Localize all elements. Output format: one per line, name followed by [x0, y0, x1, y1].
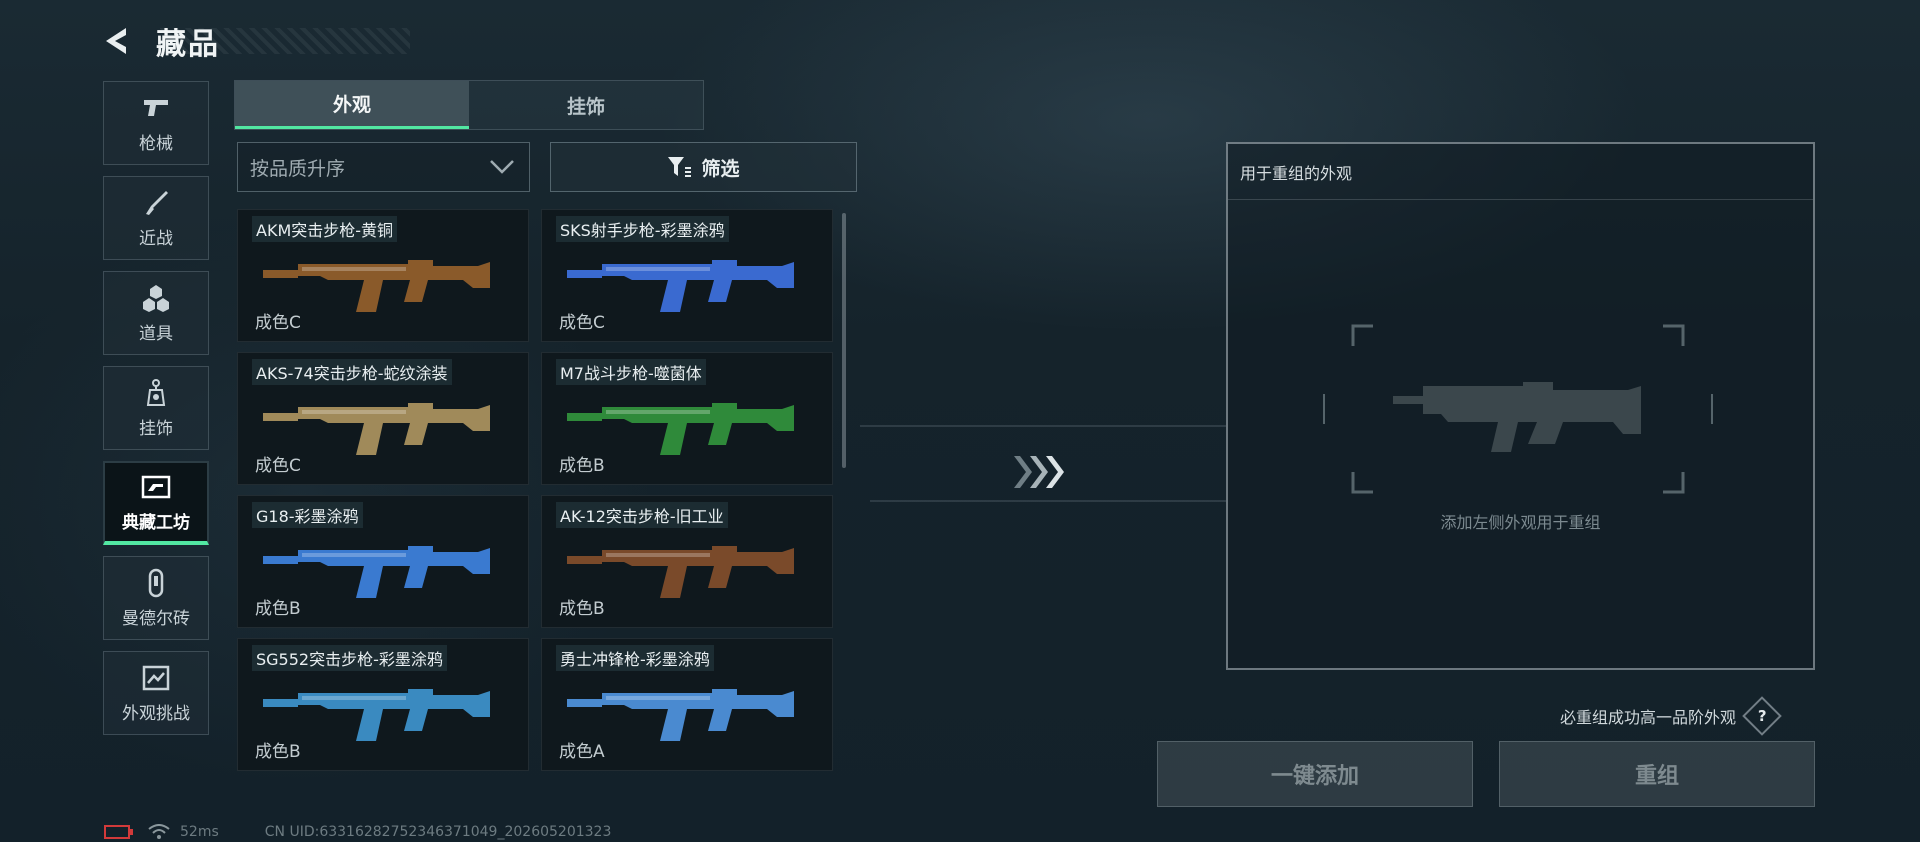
sidebar-item-melee[interactable]: 近战: [103, 176, 209, 260]
sidebar-item-guns[interactable]: 枪械: [103, 81, 209, 165]
pistol-icon: [144, 99, 168, 116]
skin-card[interactable]: G18-彩墨涂鸦成色B: [237, 495, 529, 628]
guarantee-note: 必重组成功高一品阶外观 ?: [1560, 696, 1782, 736]
sidebar-item-items[interactable]: 道具: [103, 271, 209, 355]
grenades-icon: [143, 284, 169, 312]
skin-grade: 成色A: [559, 742, 605, 762]
sidebar-item-label: 近战: [139, 228, 173, 249]
category-sidebar: 枪械 近战 道具 挂饰 典藏工坊 曼德尔砖 外观挑战: [103, 81, 211, 746]
help-glyph: ?: [1757, 706, 1767, 725]
skin-name: AK-12突击步枪-旧工业: [556, 502, 728, 528]
skin-grade: 成色C: [559, 313, 605, 333]
status-bar: 52ms CN UID:63316282752346371049_2026052…: [104, 823, 611, 841]
empty-rifle-slot-icon[interactable]: [1323, 324, 1713, 494]
skin-name: SG552突击步枪-彩墨涂鸦: [252, 645, 447, 671]
skin-grade: 成色B: [255, 599, 301, 619]
skin-name: AKS-74突击步枪-蛇纹涂装: [252, 359, 452, 385]
chevron-down-icon: [490, 160, 514, 174]
page-title: 藏品: [156, 27, 220, 62]
skin-name: 勇士冲锋枪-彩墨涂鸦: [556, 645, 714, 671]
sort-value: 按品质升序: [250, 157, 346, 180]
add-all-button[interactable]: 一键添加: [1157, 741, 1473, 807]
panel-divider: [1228, 199, 1813, 200]
triple-chevron-icon: [1014, 456, 1064, 488]
skin-name: AKM突击步枪-黄铜: [252, 216, 398, 242]
skin-card[interactable]: SKS射手步枪-彩墨涂鸦成色C: [541, 209, 833, 342]
skin-grade: 成色C: [255, 456, 301, 476]
skin-grade: 成色B: [255, 742, 301, 762]
decor-line: [860, 425, 1226, 427]
skin-card[interactable]: AKM突击步枪-黄铜成色C: [237, 209, 529, 342]
uid-text: CN UID:63316282752346371049_202605201323: [264, 824, 612, 840]
sidebar-item-label: 曼德尔砖: [122, 608, 190, 629]
recombine-button[interactable]: 重组: [1499, 741, 1815, 807]
challenge-icon: [142, 665, 170, 690]
tab-appearance[interactable]: 外观: [235, 81, 469, 129]
filter-button[interactable]: 筛选: [550, 142, 857, 192]
skin-card[interactable]: M7战斗步枪-噬菌体成色B: [541, 352, 833, 485]
sidebar-item-label: 枪械: [139, 133, 173, 154]
skin-grade: 成色B: [559, 599, 605, 619]
sidebar-item-charms[interactable]: 挂饰: [103, 366, 209, 450]
page-header: 藏品: [100, 16, 410, 66]
skin-name: M7战斗步枪-噬菌体: [556, 359, 706, 385]
help-icon[interactable]: ?: [1742, 696, 1782, 736]
skin-grid: AKM突击步枪-黄铜 成色C SKS射手步枪-彩墨涂鸦 成色C AKS-74突击步枪-蛇…: [237, 209, 857, 805]
sort-dropdown[interactable]: 按品质升序: [237, 142, 530, 192]
back-arrow-icon[interactable]: [100, 24, 134, 58]
workshop-icon: [141, 475, 171, 498]
ping-value: 52ms: [180, 824, 219, 840]
sidebar-item-label: 外观挑战: [122, 703, 190, 724]
sidebar-item-label: 挂饰: [139, 418, 173, 439]
knife-icon: [146, 190, 168, 215]
skin-card[interactable]: AK-12突击步枪-旧工业成色B: [541, 495, 833, 628]
filter-icon: [668, 157, 692, 177]
decor-line: [870, 500, 1226, 502]
sidebar-item-mandel-brick[interactable]: 曼德尔砖: [103, 556, 209, 640]
panel-hint: 添加左侧外观用于重组: [1440, 513, 1601, 532]
skin-card[interactable]: 勇士冲锋枪-彩墨涂鸦成色A: [541, 638, 833, 771]
sidebar-item-workshop[interactable]: 典藏工坊: [103, 461, 209, 545]
charm-icon: [146, 378, 166, 406]
filter-label: 筛选: [701, 157, 740, 180]
skin-grade: 成色C: [255, 313, 301, 333]
panel-title: 用于重组的外观: [1240, 164, 1353, 183]
sidebar-item-challenge[interactable]: 外观挑战: [103, 651, 209, 735]
skin-card[interactable]: SG552突击步枪-彩墨涂鸦成色B: [237, 638, 529, 771]
tab-charms[interactable]: 挂饰: [469, 81, 703, 129]
sidebar-item-label: 道具: [139, 323, 173, 344]
recombine-panel: 用于重组的外观 添加左侧外观用于重组: [1226, 142, 1815, 670]
skin-card[interactable]: AKS-74突击步枪-蛇纹涂装成色C: [237, 352, 529, 485]
wifi-icon: [148, 824, 170, 839]
skin-name: G18-彩墨涂鸦: [252, 502, 363, 528]
sidebar-item-label: 典藏工坊: [122, 512, 190, 533]
skin-name: SKS射手步枪-彩墨涂鸦: [556, 216, 729, 242]
grid-scrollbar[interactable]: [842, 213, 846, 468]
tab-bar: 外观 挂饰: [234, 80, 704, 130]
skin-grade: 成色B: [559, 456, 605, 476]
brick-icon: [148, 568, 164, 597]
guarantee-text: 必重组成功高一品阶外观: [1560, 708, 1737, 727]
battery-icon: [104, 825, 133, 839]
